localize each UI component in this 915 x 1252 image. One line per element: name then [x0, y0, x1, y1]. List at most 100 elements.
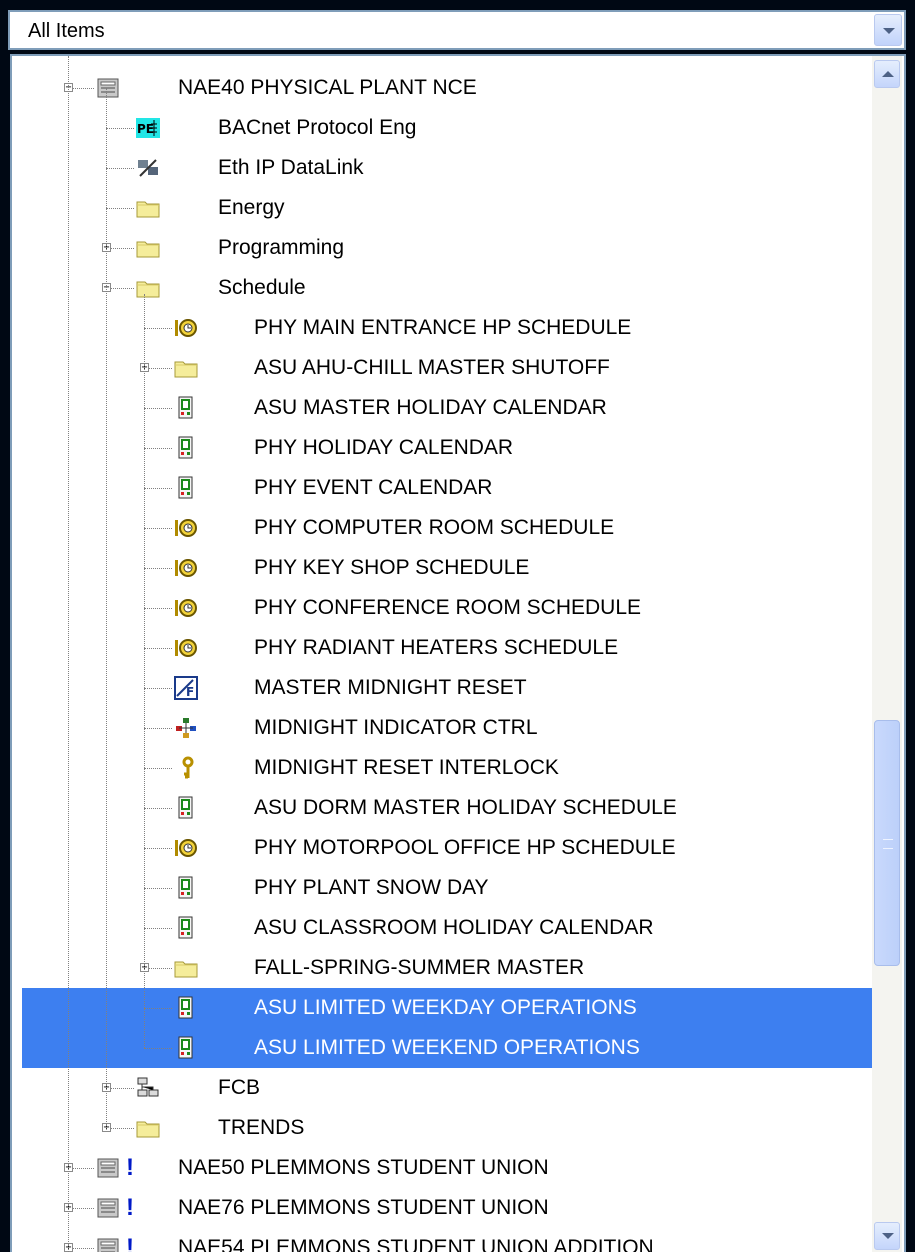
tree-node[interactable]: NAE40 PHYSICAL PLANT NCE: [12, 68, 872, 108]
server-icon: [96, 1196, 120, 1220]
tree-node-label: MASTER MIDNIGHT RESET: [254, 676, 527, 699]
tree-node-label: Schedule: [218, 276, 306, 299]
tree-node[interactable]: ! NAE50 PLEMMONS STUDENT UNION: [12, 1148, 872, 1188]
scroll-down-button[interactable]: [874, 1222, 900, 1250]
tree-node[interactable]: FALL-SPRING-SUMMER MASTER: [12, 948, 872, 988]
tree-node[interactable]: Schedule: [12, 268, 872, 308]
scroll-thumb[interactable]: [874, 720, 900, 966]
field-bus-icon: [136, 1076, 160, 1100]
tree-node-label: Eth IP DataLink: [218, 156, 364, 179]
tree-node[interactable]: PHY COMPUTER ROOM SCHEDULE: [12, 508, 872, 548]
tree-node-label: NAE76 PLEMMONS STUDENT UNION: [178, 1196, 549, 1219]
tree-node[interactable]: ASU AHU-CHILL MASTER SHUTOFF: [12, 348, 872, 388]
calendar-icon: [174, 476, 198, 500]
svg-text:F: F: [186, 685, 194, 699]
tree-node[interactable]: ASU DORM MASTER HOLIDAY SCHEDULE: [12, 788, 872, 828]
network-icon: [174, 716, 198, 740]
schedule-icon: [174, 316, 198, 340]
tree-node[interactable]: PHY MAIN ENTRANCE HP SCHEDULE: [12, 308, 872, 348]
tree-node[interactable]: ! NAE76 PLEMMONS STUDENT UNION: [12, 1188, 872, 1228]
tree-node[interactable]: PHY KEY SHOP SCHEDULE: [12, 548, 872, 588]
tree-node[interactable]: ! NAE54 PLEMMONS STUDENT UNION ADDITION: [12, 1228, 872, 1252]
tree-node[interactable]: Programming: [12, 228, 872, 268]
tree-node-label: PHY CONFERENCE ROOM SCHEDULE: [254, 596, 642, 619]
tree-node-label: NAE40 PHYSICAL PLANT NCE: [178, 76, 477, 99]
tree-guide-line: [106, 88, 107, 1128]
tree-node[interactable]: PHY CONFERENCE ROOM SCHEDULE: [12, 588, 872, 628]
folder-icon: [174, 956, 198, 980]
tree-node[interactable]: PHY EVENT CALENDAR: [12, 468, 872, 508]
tree-node-label: TRENDS: [218, 1116, 305, 1139]
tree-node-label: FALL-SPRING-SUMMER MASTER: [254, 956, 585, 979]
tree-node-label: ASU AHU-CHILL MASTER SHUTOFF: [254, 356, 610, 379]
calendar-icon: [174, 436, 198, 460]
tree-node-label: BACnet Protocol Eng: [218, 116, 417, 139]
calendar-icon: [174, 916, 198, 940]
tree-node-label: ASU MASTER HOLIDAY CALENDAR: [254, 396, 607, 419]
server-icon: [96, 76, 120, 100]
folder-icon: [136, 236, 160, 260]
tree-node[interactable]: ASU LIMITED WEEKEND OPERATIONS: [12, 1028, 872, 1068]
scroll-up-button[interactable]: [874, 60, 900, 88]
schedule-icon: [174, 516, 198, 540]
tree-guide-line: [68, 56, 69, 1252]
tree-node-label: ASU DORM MASTER HOLIDAY SCHEDULE: [254, 796, 677, 819]
tree-node-label: PHY RADIANT HEATERS SCHEDULE: [254, 636, 619, 659]
tree-guide-line: [144, 294, 145, 1048]
key-icon: [174, 756, 198, 780]
schedule-icon: [174, 556, 198, 580]
tree-node[interactable]: F MASTER MIDNIGHT RESET: [12, 668, 872, 708]
tree-node-label: PHY PLANT SNOW DAY: [254, 876, 489, 899]
tree-node[interactable]: ASU MASTER HOLIDAY CALENDAR: [12, 388, 872, 428]
tree-node[interactable]: MIDNIGHT RESET INTERLOCK: [12, 748, 872, 788]
tree-node-label: ASU LIMITED WEEKEND OPERATIONS: [254, 1036, 640, 1059]
alarm-icon: !: [126, 1194, 134, 1221]
folder-icon: [136, 196, 160, 220]
tree-node-label: PHY KEY SHOP SCHEDULE: [254, 556, 530, 579]
tree-node-label: MIDNIGHT INDICATOR CTRL: [254, 716, 538, 739]
tree-node-label: PHY EVENT CALENDAR: [254, 476, 493, 499]
protocol-engine-icon: PE: [136, 116, 160, 140]
tree-node[interactable]: Eth IP DataLink: [12, 148, 872, 188]
tree-node[interactable]: Energy: [12, 188, 872, 228]
schedule-icon: [174, 596, 198, 620]
tree-node-label: PHY COMPUTER ROOM SCHEDULE: [254, 516, 615, 539]
tree-node-label: PHY MOTORPOOL OFFICE HP SCHEDULE: [254, 836, 676, 859]
tree-node[interactable]: PHY PLANT SNOW DAY: [12, 868, 872, 908]
tree-node[interactable]: PE BACnet Protocol Eng: [12, 108, 872, 148]
calendar-icon: [174, 796, 198, 820]
tree-node-label: PHY MAIN ENTRANCE HP SCHEDULE: [254, 316, 632, 339]
logic-icon: F: [174, 676, 198, 700]
tree-node[interactable]: FCB: [12, 1068, 872, 1108]
calendar-icon: [174, 996, 198, 1020]
server-icon: [96, 1156, 120, 1180]
tree-node[interactable]: PHY MOTORPOOL OFFICE HP SCHEDULE: [12, 828, 872, 868]
calendar-icon: [174, 396, 198, 420]
tree-node-label: Energy: [218, 196, 285, 219]
tree-node-label: NAE54 PLEMMONS STUDENT UNION ADDITION: [178, 1236, 654, 1252]
view-filter-dropdown[interactable]: All Items: [8, 10, 906, 50]
tree-node[interactable]: TRENDS: [12, 1108, 872, 1148]
server-icon: [96, 1236, 120, 1252]
tree-node[interactable]: ASU LIMITED WEEKDAY OPERATIONS: [12, 988, 872, 1028]
folder-icon: [136, 1116, 160, 1140]
folder-icon: [174, 356, 198, 380]
tree-node[interactable]: ASU CLASSROOM HOLIDAY CALENDAR: [12, 908, 872, 948]
tree-node[interactable]: PHY RADIANT HEATERS SCHEDULE: [12, 628, 872, 668]
alarm-icon: !: [126, 1154, 134, 1181]
tree-node[interactable]: PHY HOLIDAY CALENDAR: [12, 428, 872, 468]
tree-node-label: ASU LIMITED WEEKDAY OPERATIONS: [254, 996, 637, 1019]
tree-node-label: MIDNIGHT RESET INTERLOCK: [254, 756, 559, 779]
tree-node-label: FCB: [218, 1076, 260, 1099]
tree-node-label: NAE50 PLEMMONS STUDENT UNION: [178, 1156, 549, 1179]
navigation-tree: NAE40 PHYSICAL PLANT NCE PE BACnet Protoco…: [10, 54, 906, 1252]
tree-node-label: Programming: [218, 236, 345, 259]
tree-node-label: PHY HOLIDAY CALENDAR: [254, 436, 514, 459]
vertical-scrollbar[interactable]: [872, 56, 902, 1252]
schedule-icon: [174, 836, 198, 860]
tree-node-label: ASU CLASSROOM HOLIDAY CALENDAR: [254, 916, 654, 939]
chevron-down-icon[interactable]: [874, 14, 902, 46]
tree-node[interactable]: MIDNIGHT INDICATOR CTRL: [12, 708, 872, 748]
folder-icon: [136, 276, 160, 300]
calendar-icon: [174, 876, 198, 900]
